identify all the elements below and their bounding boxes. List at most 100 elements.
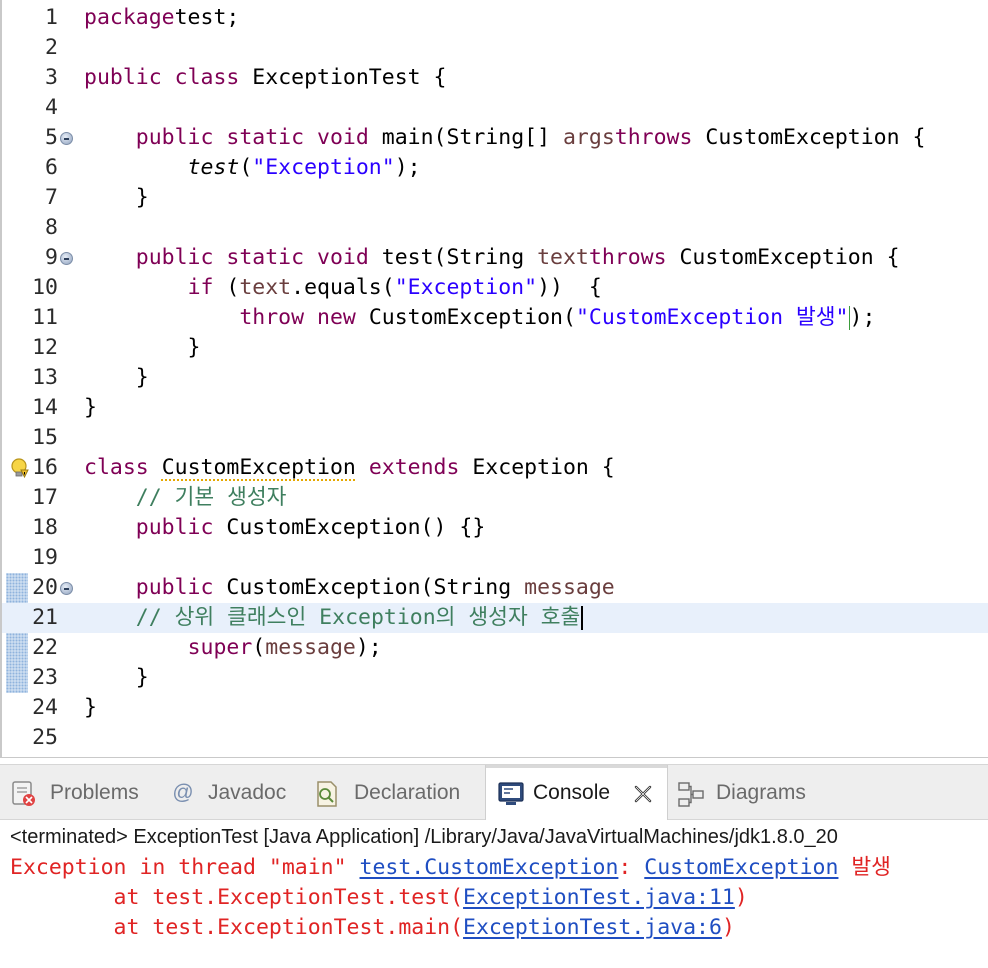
- tab-diagrams[interactable]: Diagrams: [668, 765, 838, 821]
- code-text: public class ExceptionTest {: [84, 63, 446, 93]
- line-number: 25: [32, 725, 58, 750]
- code-token: (: [252, 635, 266, 660]
- console-status: <terminated> ExceptionTest [Java Applica…: [10, 826, 838, 848]
- code-line[interactable]: 5 public static void main(String[] argst…: [2, 123, 988, 153]
- stack-trace-link[interactable]: ExceptionTest.java:6: [463, 915, 722, 940]
- code-text: }: [84, 333, 201, 363]
- code-line[interactable]: 1 packagetest;: [2, 3, 988, 33]
- code-token: }: [84, 335, 201, 360]
- code-line[interactable]: 23 }: [2, 663, 988, 693]
- code-text: class CustomException extends Exception …: [84, 453, 615, 483]
- keyword-token: void: [317, 245, 369, 270]
- keyword-token: public: [135, 245, 214, 270]
- code-text: }: [84, 663, 149, 693]
- code-line[interactable]: 16 class CustomException extends Exceptio…: [2, 453, 988, 483]
- tab-problems[interactable]: Problems: [0, 765, 160, 821]
- code-line[interactable]: 3 public class ExceptionTest {: [2, 63, 988, 93]
- code-line[interactable]: 15: [2, 423, 988, 453]
- tab-console[interactable]: Console: [485, 765, 668, 821]
- code-token: message: [265, 635, 356, 660]
- keyword-token: static: [226, 125, 305, 150]
- code-token: }: [84, 665, 149, 690]
- collapse-icon[interactable]: [60, 252, 73, 265]
- code-text: public CustomException() {}: [84, 513, 486, 543]
- stack-trace-link[interactable]: ExceptionTest.java:11: [463, 885, 735, 910]
- code-line[interactable]: 6 test("Exception");: [2, 153, 988, 183]
- code-line[interactable]: 4: [2, 93, 988, 123]
- code-line[interactable]: 14}: [2, 393, 988, 423]
- console-text: 발생: [838, 855, 891, 880]
- line-number: 7: [45, 185, 58, 210]
- code-text: throw new CustomException("CustomExcepti…: [84, 303, 875, 333]
- bottom-panel-tabs: Problems @ Javadoc Declaration Console D…: [0, 764, 988, 821]
- code-token: args: [562, 125, 615, 150]
- line-number: 22: [32, 635, 58, 660]
- code-line[interactable]: 2: [2, 33, 988, 63]
- console-text: at test.ExceptionTest.main(: [10, 915, 464, 940]
- line-number: 13: [32, 365, 58, 390]
- code-token: )) {: [537, 275, 602, 300]
- line-number: 5: [45, 125, 58, 150]
- line-number: 23: [32, 665, 58, 690]
- code-line[interactable]: 17 // 기본 생성자: [2, 483, 988, 513]
- lightbulb-warning-icon[interactable]: [8, 456, 32, 480]
- code-token: message: [524, 575, 615, 600]
- stack-trace-link[interactable]: CustomException: [644, 855, 838, 880]
- keyword-token: throw: [239, 305, 305, 330]
- code-token: }: [84, 395, 97, 420]
- code-line[interactable]: 11 throw new CustomException("CustomExce…: [2, 303, 988, 333]
- collapse-icon[interactable]: [60, 582, 73, 595]
- code-line[interactable]: 25: [2, 723, 988, 753]
- collapse-icon[interactable]: [60, 132, 73, 145]
- console-text: :: [618, 855, 645, 880]
- code-token: CustomException(String: [213, 575, 525, 600]
- declaration-icon: [317, 781, 337, 807]
- line-number: 15: [32, 425, 58, 450]
- code-token: );: [849, 305, 876, 330]
- console-text: ): [734, 885, 748, 910]
- code-line[interactable]: 22 super(message);: [2, 633, 988, 663]
- keyword-token: extends: [368, 455, 460, 480]
- code-token: }: [84, 185, 149, 210]
- code-editor[interactable]: 1 packagetest; 2 3 public class ExceptionTes…: [0, 0, 988, 758]
- console-view[interactable]: <terminated> ExceptionTest [Java Applica…: [0, 820, 988, 968]
- code-line[interactable]: 24}: [2, 693, 988, 723]
- console-text: at test.ExceptionTest.test(: [10, 885, 464, 910]
- close-icon[interactable]: [632, 783, 654, 805]
- code-line[interactable]: 20 public CustomException(String message: [2, 573, 988, 603]
- code-line[interactable]: 7 }: [2, 183, 988, 213]
- code-token: test(String: [368, 245, 538, 270]
- code-token: (: [239, 155, 253, 180]
- code-line[interactable]: 8: [2, 213, 988, 243]
- code-line[interactable]: 12 }: [2, 333, 988, 363]
- tab-label: Javadoc: [208, 781, 287, 804]
- code-line[interactable]: 10 if (text.equals("Exception")) {: [2, 273, 988, 303]
- stack-trace-link[interactable]: test.CustomException: [360, 855, 619, 880]
- code-text: public static void main(String[] argsthr…: [84, 123, 926, 153]
- keyword-token: throws: [614, 125, 693, 150]
- line-number: 20: [32, 575, 58, 600]
- code-line[interactable]: 18 public CustomException() {}: [2, 513, 988, 543]
- code-line[interactable]: 19: [2, 543, 988, 573]
- code-line[interactable]: 9 public static void test(String textthr…: [2, 243, 988, 273]
- line-number: 10: [32, 275, 58, 300]
- tab-label: Diagrams: [716, 781, 806, 804]
- code-token: CustomException {: [666, 245, 900, 270]
- tab-javadoc[interactable]: @ Javadoc: [160, 765, 300, 821]
- code-text: packagetest;: [84, 3, 239, 33]
- code-token: }: [84, 695, 97, 720]
- code-line[interactable]: 13 }: [2, 363, 988, 393]
- tab-declaration[interactable]: Declaration: [300, 765, 484, 821]
- text-cursor: [581, 606, 584, 630]
- code-line[interactable]: 21 // 상위 클래스인 Exception의 생성자 호출: [2, 603, 988, 633]
- code-token: );: [355, 635, 382, 660]
- line-number: 9: [45, 245, 58, 270]
- code-token: CustomException {: [692, 125, 926, 150]
